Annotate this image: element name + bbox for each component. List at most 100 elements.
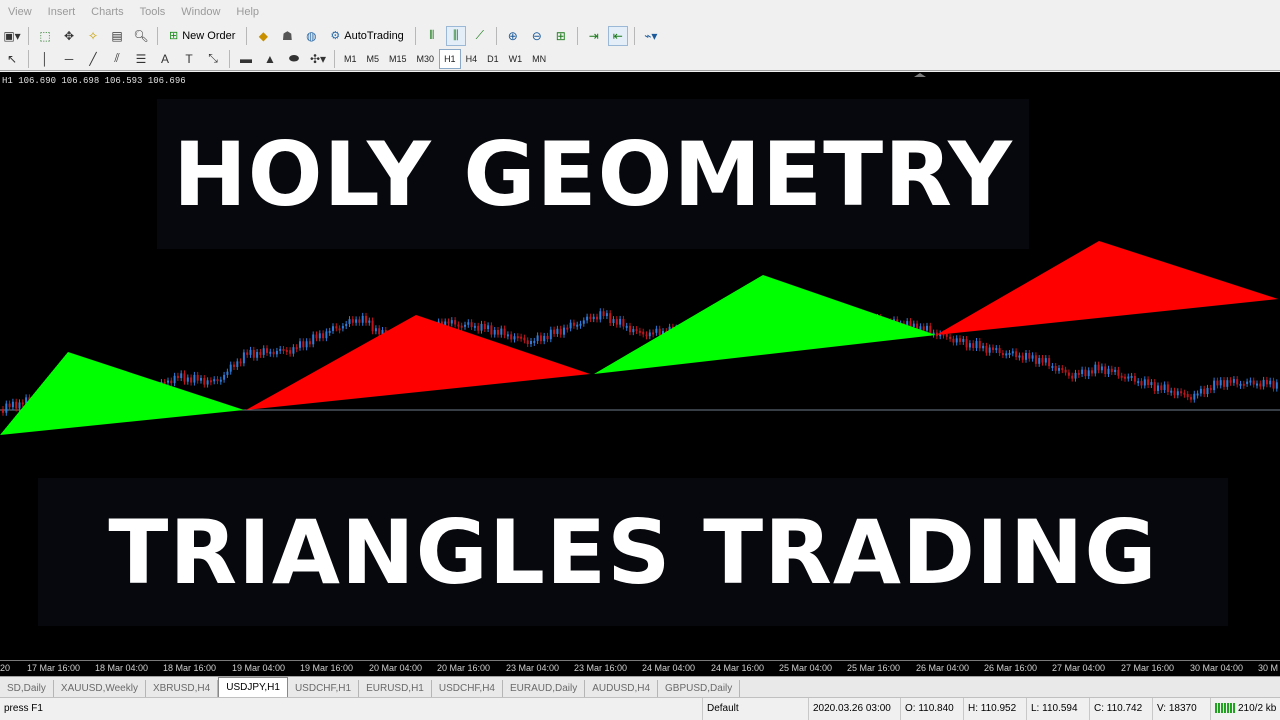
time-tick-label: 20 Mar 04:00 xyxy=(369,663,423,673)
autotrading-button[interactable]: ⚙ AutoTrading xyxy=(325,26,408,46)
triangle-red-2 xyxy=(936,241,1278,335)
chart-tab[interactable]: XBRUSD,H4 xyxy=(146,680,219,697)
toolbar-separator xyxy=(414,26,416,45)
cursor-icon[interactable]: ↖ xyxy=(2,49,22,69)
line-studies-toolbar: ↖ │ ─ ╱ ⫽ ☰ A T ⤡ ▬ ▲ ⬬ ✣▾ M1 M5 M15 M30 H1 H… xyxy=(0,47,1280,71)
profiles-icon[interactable]: ⬚ xyxy=(35,26,55,46)
text-icon[interactable]: A xyxy=(155,49,175,69)
timeframe-h4[interactable]: H4 xyxy=(461,49,483,69)
chart-shift-marker xyxy=(914,73,926,77)
chart-tab[interactable]: SD,Daily xyxy=(0,680,54,697)
candlestick-icon[interactable]: ⫼ xyxy=(445,25,466,46)
connection-bars-icon xyxy=(1215,703,1235,714)
chart-tab[interactable]: XAUUSD,Weekly xyxy=(54,680,146,697)
time-tick-label: 25 Mar 04:00 xyxy=(779,663,833,673)
navigator-icon[interactable]: ▤ xyxy=(107,26,127,46)
chart-tabs: SD,Daily XAUUSD,Weekly XBRUSD,H4 USDJPY,H1 U… xyxy=(0,676,1280,697)
time-tick-label: 26 Mar 16:00 xyxy=(984,663,1038,673)
chart-tab[interactable]: GBPUSD,Daily xyxy=(658,680,741,697)
price-chart[interactable]: H1 106.690 106.698 106.593 106.696 HOLY … xyxy=(0,72,1280,660)
more-shapes-icon[interactable]: ✣▾ xyxy=(308,49,328,69)
autotrading-label: AutoTrading xyxy=(344,29,404,42)
new-order-label: New Order xyxy=(182,29,236,42)
chart-tab[interactable]: USDJPY,H1 xyxy=(218,677,288,697)
toolbar-separator xyxy=(633,26,635,45)
time-axis: 20 17 Mar 16:00 18 Mar 04:00 18 Mar 16:00 19… xyxy=(0,660,1280,676)
favorites-icon[interactable]: ✧ xyxy=(83,26,103,46)
menu-view[interactable]: View xyxy=(0,0,40,24)
market-icon[interactable]: ◍ xyxy=(301,26,321,46)
time-tick-label: 17 Mar 16:00 xyxy=(27,663,81,673)
menu-insert[interactable]: Insert xyxy=(40,0,84,24)
line-chart-icon[interactable]: ⟋ xyxy=(470,26,490,46)
horizontal-line-icon[interactable]: ─ xyxy=(59,49,79,69)
toolbar-separator xyxy=(576,26,578,45)
connection-status[interactable]: 210/2 kb xyxy=(1210,698,1280,720)
standard-toolbar: ▣▾ ⬚ ✥ ✧ ▤ 🔍︎ ⊞ New Order ◆ ☗ ◍ ⚙ AutoTr… xyxy=(0,24,1280,47)
menu-charts[interactable]: Charts xyxy=(83,0,131,24)
channel-icon[interactable]: ⫽ xyxy=(107,49,127,69)
chart-tab[interactable]: EURAUD,Daily xyxy=(503,680,586,697)
bar-high: H: 110.952 xyxy=(963,698,1026,720)
timeframe-w1[interactable]: W1 xyxy=(504,49,528,69)
chart-tab[interactable]: USDCHF,H1 xyxy=(288,680,360,697)
triangle-icon[interactable]: ▲ xyxy=(260,49,280,69)
bar-chart-icon[interactable]: ⫴ xyxy=(422,26,442,46)
new-order-button[interactable]: ⊞ New Order xyxy=(164,26,240,46)
text-label-icon[interactable]: T xyxy=(179,49,199,69)
new-chart-icon[interactable]: ▣▾ xyxy=(2,26,22,46)
arrow-icon[interactable]: ⤡ xyxy=(203,49,223,69)
chart-tab[interactable]: EURUSD,H1 xyxy=(359,680,432,697)
time-tick-label: 30 M xyxy=(1258,663,1279,673)
chart-shift-icon[interactable]: ⇤ xyxy=(607,25,628,46)
time-tick-label: 25 Mar 16:00 xyxy=(847,663,901,673)
toolbar-separator xyxy=(246,26,248,45)
timeframe-m15[interactable]: M15 xyxy=(384,49,412,69)
price-readout: H1 106.690 106.698 106.593 106.696 xyxy=(2,76,186,86)
timeframe-h1[interactable]: H1 xyxy=(439,48,461,69)
trendline-icon[interactable]: ╱ xyxy=(83,49,103,69)
time-tick-label: 19 Mar 16:00 xyxy=(300,663,354,673)
toolbar-separator xyxy=(229,49,230,68)
tile-windows-icon[interactable]: ⊞ xyxy=(551,26,571,46)
toolbar-separator xyxy=(28,49,29,68)
indicators-icon[interactable]: ⌁▾ xyxy=(641,26,661,46)
chart-tab[interactable]: USDCHF,H4 xyxy=(432,680,503,697)
bar-datetime: 2020.03.26 03:00 xyxy=(808,698,901,720)
time-tick-label: 20 Mar 16:00 xyxy=(437,663,491,673)
profile-name[interactable]: Default xyxy=(702,698,807,720)
menu-window[interactable]: Window xyxy=(173,0,228,24)
meta-editor-icon[interactable]: ◆ xyxy=(253,26,273,46)
toolbar-separator xyxy=(157,26,158,45)
zoom-in-icon[interactable]: ⊕ xyxy=(503,26,523,46)
timeframe-m5[interactable]: M5 xyxy=(362,49,385,69)
time-tick-label: 23 Mar 16:00 xyxy=(574,663,628,673)
chart-tab[interactable]: AUDUSD,H4 xyxy=(585,680,659,697)
timeframe-d1[interactable]: D1 xyxy=(482,49,504,69)
time-tick-label: 18 Mar 16:00 xyxy=(163,663,217,673)
bar-close: C: 110.742 xyxy=(1089,698,1152,720)
time-tick-label: 19 Mar 04:00 xyxy=(232,663,286,673)
toolbar-separator xyxy=(334,49,335,68)
timeframe-m1[interactable]: M1 xyxy=(339,49,362,69)
fibonacci-icon[interactable]: ☰ xyxy=(131,49,151,69)
ellipse-icon[interactable]: ⬬ xyxy=(284,49,304,69)
menu-bar: View Insert Charts Tools Window Help xyxy=(0,0,1280,24)
menu-help[interactable]: Help xyxy=(228,0,267,24)
triangle-green-2 xyxy=(594,275,936,374)
toolbar-separator xyxy=(495,26,497,45)
rectangle-icon[interactable]: ▬ xyxy=(236,49,256,69)
auto-scroll-icon[interactable]: ⇥ xyxy=(584,26,604,46)
time-tick-label: 26 Mar 04:00 xyxy=(916,663,970,673)
zoom-out-icon[interactable]: ⊖ xyxy=(527,26,547,46)
menu-tools[interactable]: Tools xyxy=(132,0,174,24)
crosshair-move-icon[interactable]: ✥ xyxy=(59,26,79,46)
vertical-line-icon[interactable]: │ xyxy=(35,49,55,69)
autotrading-icon: ⚙ xyxy=(330,30,341,42)
data-window-icon[interactable]: 🔍︎ xyxy=(131,26,151,46)
timeframe-mn[interactable]: MN xyxy=(527,49,551,69)
triangle-red-1 xyxy=(246,315,590,410)
terminal-icon[interactable]: ☗ xyxy=(277,26,297,46)
timeframe-m30[interactable]: M30 xyxy=(412,49,440,69)
time-tick-label: 27 Mar 04:00 xyxy=(1052,663,1106,673)
